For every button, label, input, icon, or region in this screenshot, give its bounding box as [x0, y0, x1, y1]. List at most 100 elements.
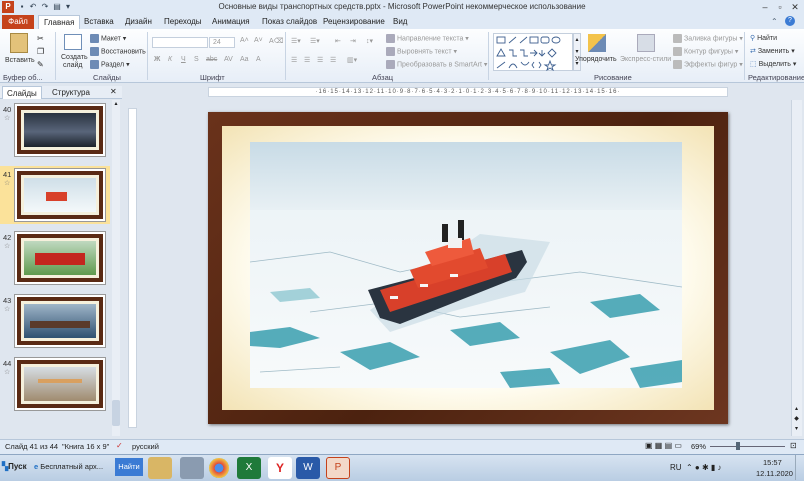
font-color-icon[interactable]: A — [256, 56, 261, 63]
shrink-font-icon[interactable]: A˅ — [254, 37, 263, 44]
smartart-button[interactable]: Преобразовать в SmartArt ▾ — [386, 60, 487, 69]
line-spacing-icon[interactable]: ↕▾ — [366, 37, 373, 45]
tab-animation[interactable]: Анимация — [212, 15, 250, 29]
paste-button[interactable]: Вставить — [5, 57, 35, 64]
start-button[interactable]: ▚Пуск — [2, 458, 32, 476]
clear-format-icon[interactable]: A⌫ — [269, 37, 284, 45]
new-slide-icon[interactable] — [64, 34, 82, 50]
zoom-level[interactable]: 69% — [691, 442, 706, 451]
shape-effects-button[interactable]: Эффекты фигур ▾ — [673, 60, 743, 69]
shape-fill-button[interactable]: Заливка фигуры ▾ — [673, 34, 743, 43]
excel-icon[interactable]: X — [237, 457, 261, 479]
slide-thumbnail[interactable] — [15, 295, 105, 347]
copy-icon[interactable]: ❐ — [37, 47, 44, 56]
scroll-up-icon[interactable]: ▴ — [112, 100, 120, 108]
decrease-indent-icon[interactable]: ⇤ — [335, 37, 341, 45]
new-slide-button[interactable]: Создать — [61, 54, 88, 61]
reset-button[interactable]: Восстановить — [90, 47, 146, 56]
slide-thumbnail[interactable] — [15, 169, 105, 221]
tab-view[interactable]: Вид — [393, 15, 407, 29]
tab-design[interactable]: Дизайн — [125, 15, 152, 29]
panel-scroll-thumb[interactable] — [112, 400, 120, 426]
tab-slides[interactable]: Слайды — [2, 86, 42, 99]
strikethrough-icon[interactable]: abc — [206, 56, 217, 63]
show-desktop-button[interactable] — [795, 455, 803, 480]
slide-thumbnail[interactable] — [15, 232, 105, 284]
minimize-icon[interactable]: – — [758, 1, 772, 13]
numbering-icon[interactable]: ☰▾ — [310, 37, 320, 45]
shapes-gallery-scroll[interactable]: ▴ ▾ ▾ — [573, 33, 581, 71]
close-icon[interactable]: ✕ — [788, 1, 802, 13]
keyboard-language[interactable]: RU — [670, 463, 682, 472]
slide-thumbnail[interactable] — [15, 104, 105, 156]
cut-icon[interactable]: ✂ — [37, 34, 44, 43]
bullets-icon[interactable]: ☰▾ — [291, 37, 301, 45]
columns-icon[interactable]: ▥▾ — [347, 56, 357, 64]
format-painter-icon[interactable]: ✎ — [37, 60, 44, 69]
grow-font-icon[interactable]: A˄ — [240, 37, 249, 44]
tab-insert[interactable]: Вставка — [84, 15, 114, 29]
slide-nav-icons[interactable]: ▴ ◆ ▾ — [792, 404, 801, 434]
tab-slideshow[interactable]: Показ слайдов — [262, 15, 317, 29]
language-indicator[interactable]: русский — [132, 442, 159, 451]
underline-icon[interactable]: Ч — [181, 56, 186, 63]
clock-time[interactable]: 15:57 — [763, 458, 782, 467]
italic-icon[interactable]: К — [168, 56, 172, 63]
justify-icon[interactable]: ☰ — [330, 56, 336, 64]
maximize-icon[interactable]: ▫ — [773, 1, 787, 13]
powerpoint-task-icon[interactable]: P — [326, 457, 350, 479]
quick-styles-button[interactable]: Экспресс-стили — [620, 56, 671, 63]
find-task-button[interactable]: Найти — [115, 458, 143, 476]
panel-scrollbar[interactable] — [112, 100, 120, 436]
align-text-button[interactable]: Выровнять текст ▾ — [386, 47, 457, 56]
font-size-select[interactable]: 24 — [209, 37, 235, 48]
tab-review[interactable]: Рецензирование — [323, 15, 385, 29]
quick-styles-icon[interactable] — [637, 34, 655, 52]
zoom-slider[interactable] — [710, 446, 785, 447]
new-slide-button-line2[interactable]: слайд — [63, 62, 82, 69]
select-button[interactable]: ⬚ Выделить ▾ — [750, 60, 796, 68]
increase-indent-icon[interactable]: ⇥ — [350, 37, 356, 45]
yandex-icon[interactable]: Y — [268, 457, 292, 479]
word-icon[interactable]: W — [296, 457, 320, 479]
shadow-icon[interactable]: S — [194, 56, 199, 63]
icebreaker-photo[interactable] — [250, 142, 682, 388]
arrange-icon[interactable] — [588, 34, 606, 52]
tab-home[interactable]: Главная — [38, 15, 81, 29]
help-icon[interactable]: ? — [785, 16, 795, 26]
shape-outline-button[interactable]: Контур фигуры ▾ — [673, 47, 738, 56]
tab-file[interactable]: Файл — [2, 15, 34, 29]
layout-button[interactable]: Макет ▾ — [90, 34, 126, 43]
chrome-icon[interactable] — [209, 458, 229, 478]
shapes-gallery[interactable] — [493, 33, 573, 72]
bold-icon[interactable]: Ж — [154, 56, 160, 63]
replace-button[interactable]: ⇄ Заменить ▾ — [750, 47, 795, 55]
minimize-ribbon-icon[interactable]: ⌃ — [771, 17, 778, 26]
align-center-icon[interactable]: ☰ — [304, 56, 310, 64]
paste-icon[interactable] — [10, 33, 28, 53]
main-scrollbar[interactable] — [791, 100, 802, 436]
tray-icons[interactable]: ⌃ ● ✱ ▮ ♪ — [686, 463, 722, 472]
tab-outline[interactable]: Структура — [48, 86, 94, 99]
arrange-button[interactable]: Упорядочить — [575, 56, 617, 63]
spellcheck-icon[interactable]: ✓ — [116, 441, 123, 450]
align-left-icon[interactable]: ☰ — [291, 56, 297, 64]
section-button[interactable]: Раздел ▾ — [90, 60, 130, 69]
change-case-icon[interactable]: Aa — [240, 56, 249, 63]
view-buttons[interactable]: ▣ ▦ ▤ ▭ — [645, 441, 682, 450]
slide-thumbnail[interactable] — [15, 358, 105, 410]
zoom-slider-thumb[interactable] — [736, 442, 740, 450]
theme-name[interactable]: "Книга 16 x 9" — [62, 442, 109, 451]
tab-transitions[interactable]: Переходы — [164, 15, 202, 29]
file-explorer-icon[interactable] — [148, 457, 172, 479]
align-right-icon[interactable]: ☰ — [317, 56, 323, 64]
clock-date[interactable]: 12.11.2020 — [756, 469, 793, 478]
text-direction-button[interactable]: Направление текста ▾ — [386, 34, 469, 43]
close-panel-icon[interactable]: ✕ — [110, 87, 117, 96]
char-spacing-icon[interactable]: AV — [224, 56, 233, 63]
find-button[interactable]: ⚲ Найти — [750, 34, 777, 42]
font-name-select[interactable] — [152, 37, 208, 48]
browser-task[interactable]: e Бесплатный арх... — [34, 458, 114, 476]
fit-to-window-icon[interactable]: ⊡ — [790, 441, 797, 450]
calculator-icon[interactable] — [180, 457, 204, 479]
